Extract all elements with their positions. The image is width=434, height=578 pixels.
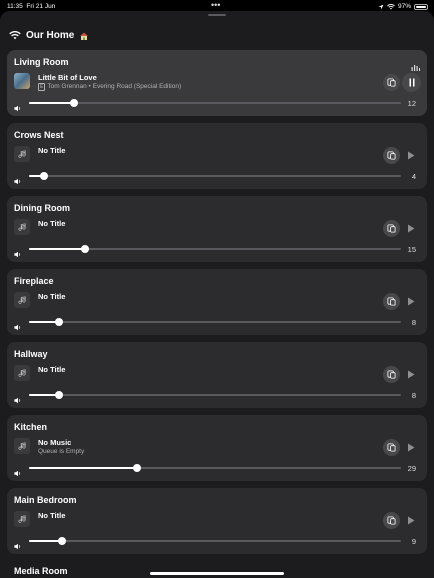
music-note-icon	[14, 511, 30, 527]
play-button[interactable]	[405, 514, 417, 526]
wifi-icon	[9, 31, 21, 40]
music-note-icon	[14, 219, 30, 235]
explicit-icon: E	[38, 83, 46, 91]
room-name-partial: Media Room	[14, 566, 68, 576]
room-card[interactable]: Hallway No Title 8	[7, 342, 427, 408]
room-card[interactable]: Crows Nest No Title 4	[7, 123, 427, 189]
group-speakers-icon[interactable]	[383, 293, 400, 310]
volume-value: 15	[407, 245, 416, 254]
speaker-volume-icon	[14, 318, 22, 336]
music-note-icon	[14, 292, 30, 308]
play-button[interactable]	[405, 295, 417, 307]
volume-value: 12	[407, 99, 416, 108]
volume-knob[interactable]	[132, 464, 141, 472]
volume-slider[interactable]	[29, 391, 401, 399]
play-button[interactable]	[405, 441, 417, 453]
status-time: 11:35 Fri 21 Jun	[7, 3, 56, 10]
volume-knob[interactable]	[58, 537, 67, 545]
track-title: No Title	[38, 511, 66, 520]
battery-icon	[414, 3, 428, 10]
play-button[interactable]	[405, 368, 417, 380]
pause-button[interactable]	[402, 73, 421, 92]
music-note-icon	[14, 365, 30, 381]
multitasking-dots-icon[interactable]: •••	[211, 0, 220, 10]
room-name: Main Bedroom	[14, 495, 77, 505]
volume-fill	[29, 467, 137, 469]
room-name: Fireplace	[14, 276, 54, 286]
group-speakers-icon[interactable]	[383, 220, 400, 237]
volume-fill	[29, 540, 63, 542]
group-speakers-icon[interactable]	[383, 366, 400, 383]
volume-slider[interactable]	[29, 172, 401, 180]
home-indicator[interactable]	[150, 572, 284, 575]
volume-value: 9	[411, 537, 416, 546]
volume-knob[interactable]	[69, 99, 78, 107]
speaker-volume-icon	[14, 537, 22, 555]
status-right: 97%	[378, 3, 428, 10]
group-speakers-icon[interactable]	[383, 74, 400, 91]
room-card[interactable]: Kitchen No Music Queue is Empty 29	[7, 415, 427, 481]
volume-knob[interactable]	[80, 245, 89, 253]
room-name: Living Room	[14, 57, 69, 67]
volume-slider[interactable]	[29, 245, 401, 253]
room-name: Crows Nest	[14, 130, 64, 140]
music-note-icon	[14, 438, 30, 454]
room-name: Hallway	[14, 349, 48, 359]
volume-slider[interactable]	[29, 537, 401, 545]
speaker-volume-icon	[14, 464, 22, 482]
house-icon	[80, 32, 89, 40]
track-title: No Music	[38, 438, 72, 447]
room-card[interactable]: Dining Room No Title 15	[7, 196, 427, 262]
track-title: No Title	[38, 219, 66, 228]
volume-knob[interactable]	[54, 391, 63, 399]
track-subtitle: Queue is Empty	[38, 448, 85, 455]
track-title: No Title	[38, 146, 66, 155]
home-header: Our Home	[9, 30, 89, 41]
volume-value: 8	[411, 318, 416, 327]
speaker-volume-icon	[14, 245, 22, 263]
volume-slider[interactable]	[29, 99, 401, 107]
track-title: Little Bit of Love	[38, 73, 97, 82]
volume-fill	[29, 102, 74, 104]
home-title: Our Home	[26, 30, 75, 41]
volume-value: 4	[411, 172, 416, 181]
volume-slider[interactable]	[29, 318, 401, 326]
room-card[interactable]: Main Bedroom No Title 9	[7, 488, 427, 554]
room-name: Dining Room	[14, 203, 70, 213]
play-button[interactable]	[405, 149, 417, 161]
sheet-grabber[interactable]	[208, 14, 226, 16]
location-icon	[378, 4, 384, 9]
volume-knob[interactable]	[39, 172, 48, 180]
track-title: No Title	[38, 365, 66, 374]
speaker-volume-icon	[14, 99, 22, 117]
volume-value: 8	[411, 391, 416, 400]
group-speakers-icon[interactable]	[383, 147, 400, 164]
group-speakers-icon[interactable]	[383, 512, 400, 529]
music-note-icon	[14, 146, 30, 162]
album-art	[14, 73, 30, 89]
speaker-volume-icon	[14, 391, 22, 409]
volume-slider[interactable]	[29, 464, 401, 472]
volume-fill	[29, 248, 85, 250]
room-card[interactable]: Living Room Little Bit of Love E Tom Grenna…	[7, 50, 427, 116]
room-card[interactable]: Fireplace No Title 8	[7, 269, 427, 335]
speaker-volume-icon	[14, 172, 22, 190]
volume-value: 29	[407, 464, 416, 473]
track-title: No Title	[38, 292, 66, 301]
wifi-icon	[387, 3, 395, 9]
room-name: Kitchen	[14, 422, 48, 432]
battery-percentage: 97%	[397, 3, 411, 10]
volume-knob[interactable]	[54, 318, 63, 326]
group-speakers-icon[interactable]	[383, 439, 400, 456]
play-button[interactable]	[405, 222, 417, 234]
track-subtitle: E Tom Grennan • Evering Road (Special Edi…	[38, 83, 182, 91]
